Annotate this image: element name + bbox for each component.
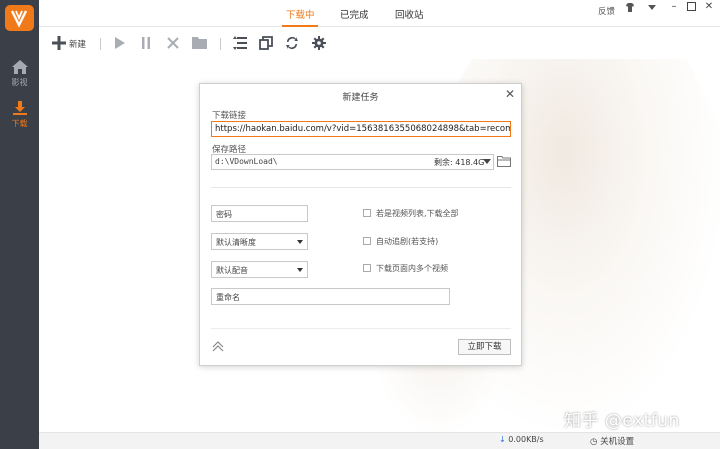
download-speed: ↓ 0.00KB/s (499, 435, 544, 444)
feedback-link[interactable]: 反馈 (598, 5, 615, 17)
toolbar-divider (220, 38, 221, 50)
auto-follow-checkbox[interactable] (363, 237, 371, 245)
audio-select[interactable]: 默认配音 (211, 261, 308, 278)
sidebar-item-label: 影视 (11, 78, 28, 87)
sidebar-item-video[interactable]: 影视 (0, 55, 39, 95)
auto-follow-label: 自动追剧(若支持) (376, 237, 439, 246)
start-download-button[interactable]: 立即下载 (458, 339, 511, 355)
chevron-down-icon (297, 268, 303, 272)
logo-icon (10, 10, 28, 28)
minimize-icon[interactable]: – (668, 1, 680, 12)
download-all-label: 若是视频列表,下载全部 (376, 209, 459, 218)
clarity-select[interactable]: 默认清晰度 (211, 233, 308, 250)
refresh-icon[interactable] (285, 36, 299, 50)
tab-bar: 下载中 已完成 回收站 反馈 – ✕ (39, 0, 720, 27)
chevron-down-icon[interactable] (483, 159, 491, 164)
url-label: 下载链接 (212, 111, 247, 121)
dialog-close-icon[interactable]: ✕ (505, 87, 515, 101)
list-icon[interactable] (233, 36, 247, 50)
divider (211, 328, 511, 329)
tab-downloading[interactable]: 下载中 (286, 7, 315, 21)
url-input[interactable]: https://haokan.baidu.com/v?vid=156381635… (211, 121, 511, 137)
collapse-up-icon[interactable] (212, 341, 224, 352)
download-all-checkbox[interactable] (363, 209, 371, 217)
copy-icon[interactable] (259, 36, 273, 50)
clock-icon: ◷ (590, 437, 598, 447)
watermark-text: 知乎 @extfun (564, 411, 680, 431)
close-icon[interactable]: ✕ (703, 1, 715, 12)
tab-completed[interactable]: 已完成 (340, 7, 369, 21)
pause-icon[interactable] (140, 36, 152, 50)
app-logo (5, 5, 34, 31)
sidebar: 影视 下载 (0, 0, 39, 449)
toolbar: 新建 (39, 27, 720, 59)
free-space: 剩余: 418.4G (434, 158, 485, 167)
home-icon (11, 60, 28, 74)
rename-input[interactable]: 重命名 (211, 288, 450, 305)
multi-video-checkbox[interactable] (363, 264, 371, 272)
download-icon (12, 101, 27, 115)
audio-value: 默认配音 (216, 266, 248, 275)
skin-icon[interactable] (624, 3, 636, 15)
new-task-button[interactable]: 新建 (69, 38, 86, 50)
dialog-title: 新建任务 (342, 93, 379, 103)
status-bar: ↓ 0.00KB/s ◷ 关机设置 (39, 432, 720, 449)
play-icon[interactable] (114, 36, 126, 50)
browse-folder-icon[interactable] (497, 156, 511, 167)
sidebar-item-download[interactable]: 下载 (0, 96, 39, 136)
speed-arrow-icon: ↓ (499, 435, 506, 444)
maximize-icon[interactable] (685, 2, 697, 14)
shutdown-label: 关机设置 (600, 437, 635, 447)
menu-icon[interactable] (646, 3, 658, 14)
clarity-value: 默认清晰度 (216, 238, 256, 247)
chevron-down-icon (297, 240, 303, 244)
tab-recycle-bin[interactable]: 回收站 (395, 7, 424, 21)
password-input[interactable]: 密码 (211, 205, 308, 222)
folder-icon[interactable] (192, 36, 207, 49)
new-task-dialog: 新建任务 ✕ 下载链接 https://haokan.baidu.com/v?v… (199, 83, 522, 366)
shutdown-settings[interactable]: ◷ 关机设置 (590, 435, 634, 447)
sidebar-item-label: 下载 (11, 119, 28, 128)
plus-icon[interactable] (52, 36, 66, 50)
multi-video-label: 下载页面内多个视频 (376, 264, 448, 273)
save-path-select[interactable]: d:\VDownLoad\ 剩余: 418.4G (211, 154, 494, 170)
toolbar-divider (100, 38, 101, 50)
delete-icon[interactable] (166, 36, 180, 50)
save-path-value: d:\VDownLoad\ (215, 157, 278, 166)
speed-value: 0.00KB/s (508, 435, 544, 444)
settings-icon[interactable] (312, 36, 326, 50)
divider (211, 187, 511, 188)
